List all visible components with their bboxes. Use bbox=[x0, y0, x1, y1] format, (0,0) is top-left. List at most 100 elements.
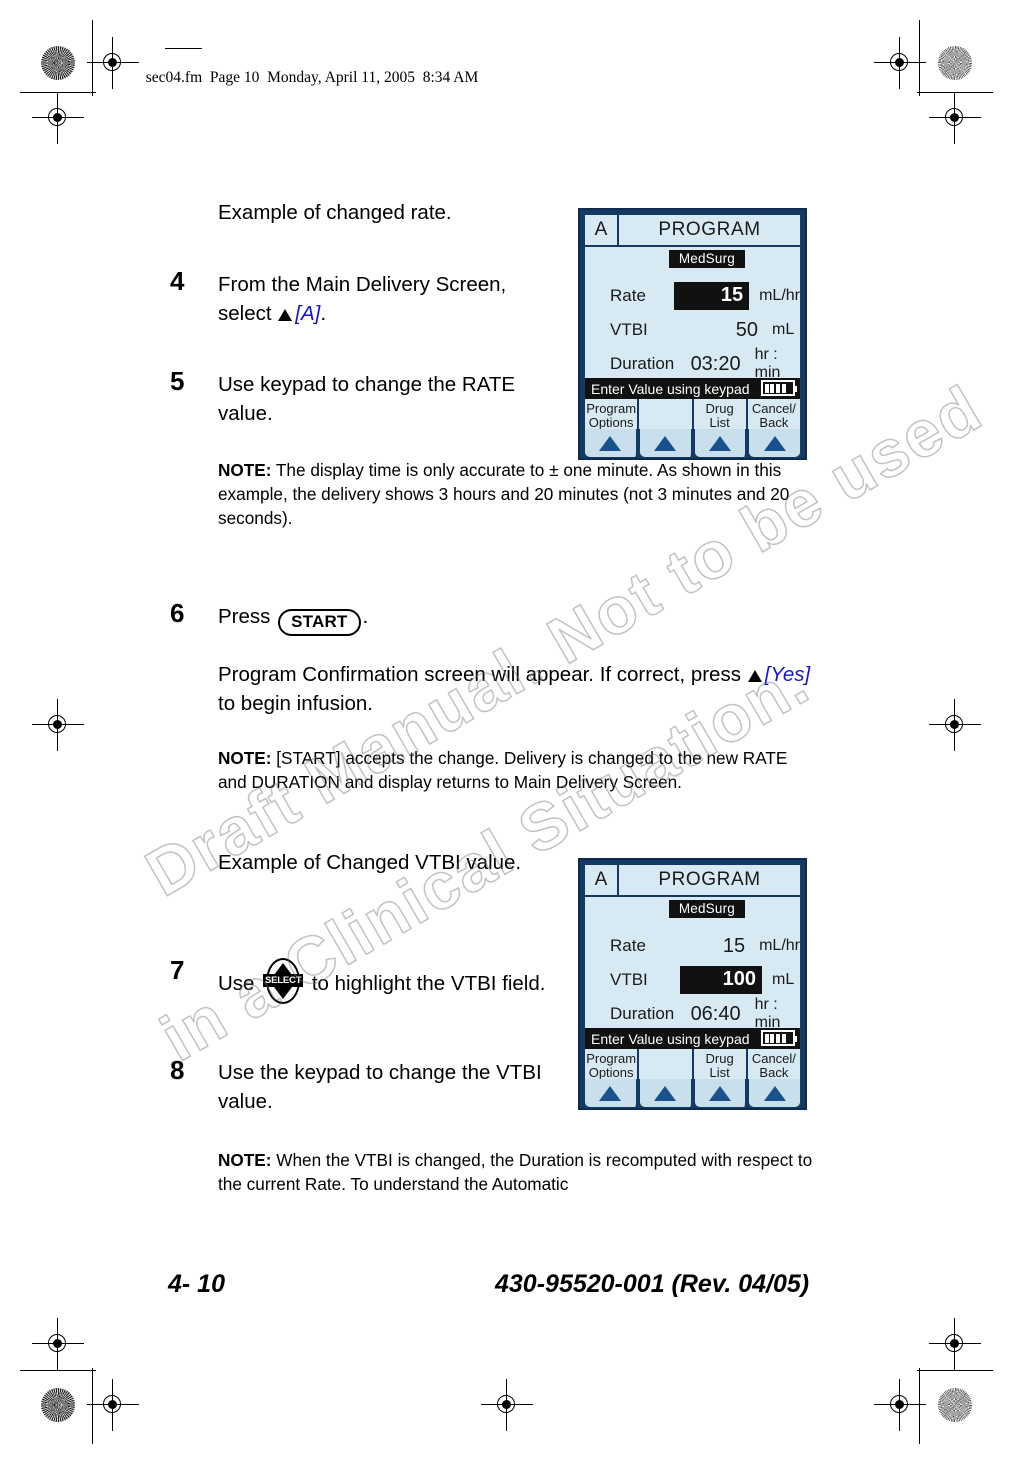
program-confirmation-paragraph: Program Confirmation screen will appear.… bbox=[218, 660, 818, 718]
softkey-line1: Drug bbox=[705, 1050, 734, 1066]
softkey-button-1[interactable] bbox=[585, 1079, 640, 1107]
up-triangle-icon bbox=[708, 1085, 731, 1101]
pump-row-value: 03:20 bbox=[690, 352, 741, 375]
step-4-text-after: . bbox=[320, 302, 327, 325]
pump-row-unit: mL bbox=[772, 971, 795, 988]
softkey-button-4[interactable] bbox=[749, 1079, 800, 1107]
pump-display-vtbi-example: A PROGRAM MedSurg Rate 15 mL/hr VTBI 100… bbox=[578, 858, 807, 1110]
pump-status-bar-1: Enter Value using keypad bbox=[585, 378, 800, 399]
softkey-button-2[interactable] bbox=[639, 1079, 695, 1107]
softkey-program-options-1[interactable]: Program Options bbox=[585, 399, 640, 433]
step-6-number: 6 bbox=[170, 598, 185, 628]
softkey-cancel-back-2[interactable]: Cancel/ Back bbox=[747, 1049, 800, 1083]
footer-document-id: 430-95520-001 (Rev. 04/05) bbox=[495, 1270, 810, 1298]
pump-row-label: Rate bbox=[610, 936, 646, 955]
softkey-button-3[interactable] bbox=[694, 429, 750, 457]
note-3-label: NOTE: bbox=[218, 1150, 272, 1170]
step-4-text-before: From the Main Delivery Screen, select bbox=[218, 273, 507, 325]
pump-row-value: 50 bbox=[735, 318, 758, 341]
pump-softkey-labels-1: Program Options Drug List Cancel/ Back bbox=[585, 399, 800, 433]
pump-row-vtbi-1[interactable]: VTBI 50 mL bbox=[585, 313, 800, 347]
softkey-button-4[interactable] bbox=[749, 429, 800, 457]
step-5-number: 5 bbox=[170, 366, 185, 396]
page-content: Example of changed rate. 4 From the Main… bbox=[0, 0, 1013, 1463]
step-4-text: From the Main Delivery Screen, select [A… bbox=[218, 270, 518, 328]
step-8-number: 8 bbox=[170, 1055, 185, 1085]
pump-row-vtbi-2[interactable]: VTBI 100 mL bbox=[585, 963, 800, 997]
pump-body-2: MedSurg Rate 15 mL/hr VTBI 100 mL Durati… bbox=[585, 897, 800, 1031]
pump-row-unit: mL/hr bbox=[759, 937, 800, 954]
softkey-drug-list-2[interactable]: Drug List bbox=[693, 1049, 748, 1083]
pump-row-label: Rate bbox=[610, 286, 646, 305]
note-2-label: NOTE: bbox=[218, 748, 272, 768]
pump-status-bar-2: Enter Value using keypad bbox=[585, 1028, 800, 1049]
pump-row-value: 06:40 bbox=[690, 1002, 741, 1025]
softkey-blank-2[interactable] bbox=[639, 1049, 694, 1083]
select-key-icon: SELECT bbox=[263, 958, 304, 1004]
pump-status-text-1: Enter Value using keypad bbox=[591, 380, 750, 397]
softkey-button-3[interactable] bbox=[694, 1079, 750, 1107]
softkey-line1: Cancel/ bbox=[751, 1050, 796, 1066]
pump-profile-badge-2: MedSurg bbox=[668, 900, 745, 918]
step-6-text-after: . bbox=[362, 605, 369, 628]
up-triangle-icon bbox=[708, 435, 731, 451]
step-4-softkey-label: [A] bbox=[295, 302, 321, 325]
softkey-button-1[interactable] bbox=[585, 429, 640, 457]
intro-changed-vtbi: Example of Changed VTBI value. bbox=[218, 851, 522, 874]
softkey-cancel-back-1[interactable]: Cancel/ Back bbox=[747, 399, 800, 433]
pump-row-unit: hr : min bbox=[754, 346, 781, 381]
battery-icon bbox=[761, 380, 797, 396]
pump-row-label: Duration bbox=[610, 354, 675, 373]
up-triangle-icon bbox=[599, 435, 622, 451]
pump-title-bar-1: A PROGRAM bbox=[585, 215, 800, 247]
pump-row-label: Duration bbox=[610, 1004, 675, 1023]
note-1-label: NOTE: bbox=[218, 460, 272, 480]
softkey-line1: Cancel/ bbox=[751, 400, 796, 416]
pump-row-rate-1[interactable]: Rate 15 mL/hr bbox=[585, 279, 800, 313]
pump-profile-badge-1: MedSurg bbox=[668, 250, 745, 268]
softkey-drug-list-1[interactable]: Drug List bbox=[693, 399, 748, 433]
softkey-line1: Program bbox=[586, 400, 637, 416]
pump-row-duration-1[interactable]: Duration 03:20 hr : min bbox=[585, 346, 800, 381]
pump-row-rate-2[interactable]: Rate 15 mL/hr bbox=[585, 929, 800, 963]
intro-changed-rate: Example of changed rate. bbox=[218, 201, 452, 224]
pump-softkey-labels-2: Program Options Drug List Cancel/ Back bbox=[585, 1049, 800, 1083]
pump-body-1: MedSurg Rate 15 mL/hr VTBI 50 mL Duratio… bbox=[585, 247, 800, 381]
pump-row-duration-2[interactable]: Duration 06:40 hr : min bbox=[585, 996, 800, 1031]
pump-display-rate-example: A PROGRAM MedSurg Rate 15 mL/hr VTBI 50 … bbox=[578, 208, 807, 460]
step-5-text: Use keypad to change the RATE value. bbox=[218, 373, 516, 425]
note-3-text: When the VTBI is changed, the Duration i… bbox=[218, 1150, 813, 1194]
pump-row-unit: mL/hr bbox=[759, 287, 800, 304]
step-6-text: Press START. bbox=[218, 602, 638, 636]
select-key-label: SELECT bbox=[263, 974, 304, 987]
pump-row-label: VTBI bbox=[610, 970, 648, 989]
confirm-text-before: Program Confirmation screen will appear.… bbox=[218, 663, 747, 686]
up-triangle-icon bbox=[278, 309, 293, 321]
note-display-time: NOTE: The display time is only accurate … bbox=[218, 458, 810, 530]
pump-softkey-buttons-1 bbox=[585, 429, 800, 457]
note-1-text: The display time is only accurate to ± o… bbox=[218, 460, 790, 528]
pump-screen-1: A PROGRAM MedSurg Rate 15 mL/hr VTBI 50 … bbox=[585, 215, 800, 457]
note-start-accepts: NOTE: [START] accepts the change. Delive… bbox=[218, 746, 818, 794]
pump-screen-2: A PROGRAM MedSurg Rate 15 mL/hr VTBI 100… bbox=[585, 865, 800, 1107]
step-7-number: 7 bbox=[170, 955, 185, 985]
softkey-line1: Drug bbox=[705, 400, 734, 416]
pump-softkey-buttons-2 bbox=[585, 1079, 800, 1107]
up-triangle-icon bbox=[747, 670, 762, 682]
softkey-blank-1[interactable] bbox=[639, 399, 694, 433]
pump-title-bar-2: A PROGRAM bbox=[585, 865, 800, 897]
step-4-number: 4 bbox=[170, 266, 185, 296]
step-6-text-before: Press bbox=[218, 605, 277, 628]
softkey-program-options-2[interactable]: Program Options bbox=[585, 1049, 640, 1083]
pump-row-unit: hr : min bbox=[754, 996, 781, 1031]
pump-row-value: 15 bbox=[673, 282, 750, 310]
confirm-text-after: to begin infusion. bbox=[218, 692, 374, 715]
confirm-softkey-label: [Yes] bbox=[764, 663, 811, 686]
pump-row-unit: mL bbox=[772, 321, 795, 338]
pump-row-value: 15 bbox=[722, 934, 746, 957]
note-vtbi-recompute: NOTE: When the VTBI is changed, the Dura… bbox=[218, 1148, 818, 1196]
softkey-button-2[interactable] bbox=[639, 429, 695, 457]
pump-channel-label-1: A bbox=[585, 215, 619, 245]
up-triangle-icon bbox=[599, 1085, 622, 1101]
up-triangle-icon bbox=[654, 1085, 677, 1101]
